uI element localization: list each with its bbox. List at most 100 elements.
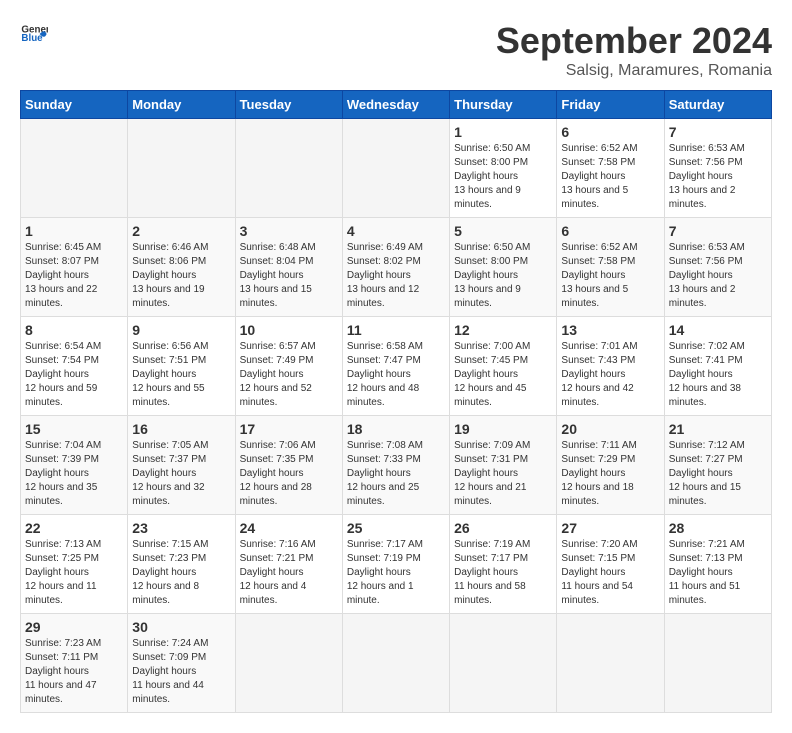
day-number: 2	[132, 223, 230, 239]
cell-info: Sunrise: 6:45 AMSunset: 8:07 PMDaylight …	[25, 241, 123, 311]
day-number: 7	[669, 124, 767, 140]
logo-icon: General Blue	[20, 20, 48, 48]
cell-info: Sunrise: 6:53 AMSunset: 7:56 PMDaylight …	[669, 241, 767, 311]
cell-info: Sunrise: 7:08 AMSunset: 7:33 PMDaylight …	[347, 439, 445, 509]
cell-info: Sunrise: 7:24 AMSunset: 7:09 PMDaylight …	[132, 637, 230, 707]
calendar-cell: 8Sunrise: 6:54 AMSunset: 7:54 PMDaylight…	[21, 317, 128, 416]
column-header-wednesday: Wednesday	[342, 91, 449, 119]
column-header-thursday: Thursday	[450, 91, 557, 119]
calendar-cell: 21Sunrise: 7:12 AMSunset: 7:27 PMDayligh…	[664, 416, 771, 515]
calendar-cell: 3 Sunrise: 6:48 AMSunset: 8:04 PMDaylight…	[235, 218, 342, 317]
cell-info: Sunrise: 6:52 AMSunset: 7:58 PMDaylight …	[561, 142, 659, 212]
day-number: 5	[454, 223, 552, 239]
calendar-cell: 7Sunrise: 6:53 AMSunset: 7:56 PMDaylight…	[664, 119, 771, 218]
calendar-cell	[128, 119, 235, 218]
calendar-cell: 23 Sunrise: 7:15 AMSunset: 7:23 PMDayligh…	[128, 515, 235, 614]
cell-info: Sunrise: 7:06 AMSunset: 7:35 PMDaylight …	[240, 439, 338, 509]
day-number: 20	[561, 421, 659, 437]
day-number: 13	[561, 322, 659, 338]
calendar-week-row: 8Sunrise: 6:54 AMSunset: 7:54 PMDaylight…	[21, 317, 772, 416]
calendar-cell: 14Sunrise: 7:02 AMSunset: 7:41 PMDayligh…	[664, 317, 771, 416]
day-number: 12	[454, 322, 552, 338]
cell-info: Sunrise: 7:15 AMSunset: 7:23 PMDaylight …	[132, 538, 230, 608]
calendar-cell: 6 Sunrise: 6:52 AMSunset: 7:58 PMDaylight…	[557, 218, 664, 317]
day-number: 3	[240, 223, 338, 239]
day-number: 17	[240, 421, 338, 437]
calendar-week-row: 22 Sunrise: 7:13 AMSunset: 7:25 PMDayligh…	[21, 515, 772, 614]
calendar-cell: 18 Sunrise: 7:08 AMSunset: 7:33 PMDayligh…	[342, 416, 449, 515]
title-section: September 2024 Salsig, Maramures, Romani…	[496, 20, 772, 80]
calendar-cell: 4Sunrise: 6:49 AMSunset: 8:02 PMDaylight…	[342, 218, 449, 317]
calendar-cell: 1Sunrise: 6:50 AMSunset: 8:00 PMDaylight…	[450, 119, 557, 218]
calendar-cell: 19 Sunrise: 7:09 AMSunset: 7:31 PMDayligh…	[450, 416, 557, 515]
calendar-cell: 10 Sunrise: 6:57 AMSunset: 7:49 PMDayligh…	[235, 317, 342, 416]
calendar-cell	[664, 614, 771, 713]
calendar-cell: 7 Sunrise: 6:53 AMSunset: 7:56 PMDaylight…	[664, 218, 771, 317]
calendar-cell: 24 Sunrise: 7:16 AMSunset: 7:21 PMDayligh…	[235, 515, 342, 614]
calendar-cell: 11 Sunrise: 6:58 AMSunset: 7:47 PMDayligh…	[342, 317, 449, 416]
calendar-cell: 1 Sunrise: 6:45 AMSunset: 8:07 PMDaylight…	[21, 218, 128, 317]
day-number: 1	[25, 223, 123, 239]
calendar-cell: 25Sunrise: 7:17 AMSunset: 7:19 PMDayligh…	[342, 515, 449, 614]
cell-info: Sunrise: 6:46 AMSunset: 8:06 PMDaylight …	[132, 241, 230, 311]
calendar-cell: 28 Sunrise: 7:21 AMSunset: 7:13 PMDayligh…	[664, 515, 771, 614]
cell-info: Sunrise: 6:57 AMSunset: 7:49 PMDaylight …	[240, 340, 338, 410]
day-number: 29	[25, 619, 123, 635]
calendar-cell	[342, 119, 449, 218]
day-number: 27	[561, 520, 659, 536]
day-number: 21	[669, 421, 767, 437]
day-number: 22	[25, 520, 123, 536]
cell-info: Sunrise: 7:16 AMSunset: 7:21 PMDaylight …	[240, 538, 338, 608]
calendar-cell	[342, 614, 449, 713]
page-header: General Blue September 2024 Salsig, Mara…	[20, 20, 772, 80]
calendar-cell: 17 Sunrise: 7:06 AMSunset: 7:35 PMDayligh…	[235, 416, 342, 515]
cell-info: Sunrise: 7:21 AMSunset: 7:13 PMDaylight …	[669, 538, 767, 608]
day-number: 26	[454, 520, 552, 536]
calendar-cell	[557, 614, 664, 713]
cell-info: Sunrise: 6:58 AMSunset: 7:47 PMDaylight …	[347, 340, 445, 410]
logo: General Blue	[20, 20, 48, 48]
cell-info: Sunrise: 6:56 AMSunset: 7:51 PMDaylight …	[132, 340, 230, 410]
cell-info: Sunrise: 7:13 AMSunset: 7:25 PMDaylight …	[25, 538, 123, 608]
cell-info: Sunrise: 7:02 AMSunset: 7:41 PMDaylight …	[669, 340, 767, 410]
day-number: 23	[132, 520, 230, 536]
calendar-header-row: SundayMondayTuesdayWednesdayThursdayFrid…	[21, 91, 772, 119]
calendar-cell: 5Sunrise: 6:50 AMSunset: 8:00 PMDaylight…	[450, 218, 557, 317]
day-number: 28	[669, 520, 767, 536]
day-number: 30	[132, 619, 230, 635]
calendar-cell: 30 Sunrise: 7:24 AMSunset: 7:09 PMDayligh…	[128, 614, 235, 713]
day-number: 24	[240, 520, 338, 536]
day-number: 11	[347, 322, 445, 338]
calendar-table: SundayMondayTuesdayWednesdayThursdayFrid…	[20, 90, 772, 713]
day-number: 19	[454, 421, 552, 437]
cell-info: Sunrise: 7:00 AMSunset: 7:45 PMDaylight …	[454, 340, 552, 410]
calendar-cell	[21, 119, 128, 218]
cell-info: Sunrise: 7:09 AMSunset: 7:31 PMDaylight …	[454, 439, 552, 509]
day-number: 9	[132, 322, 230, 338]
day-number: 7	[669, 223, 767, 239]
calendar-cell: 9 Sunrise: 6:56 AMSunset: 7:51 PMDaylight…	[128, 317, 235, 416]
cell-info: Sunrise: 7:19 AMSunset: 7:17 PMDaylight …	[454, 538, 552, 608]
calendar-cell	[235, 119, 342, 218]
svg-text:Blue: Blue	[21, 33, 43, 44]
day-number: 15	[25, 421, 123, 437]
day-number: 4	[347, 223, 445, 239]
calendar-cell: 2 Sunrise: 6:46 AMSunset: 8:06 PMDaylight…	[128, 218, 235, 317]
cell-info: Sunrise: 7:20 AMSunset: 7:15 PMDaylight …	[561, 538, 659, 608]
cell-info: Sunrise: 7:01 AMSunset: 7:43 PMDaylight …	[561, 340, 659, 410]
calendar-cell: 16Sunrise: 7:05 AMSunset: 7:37 PMDayligh…	[128, 416, 235, 515]
day-number: 18	[347, 421, 445, 437]
cell-info: Sunrise: 6:52 AMSunset: 7:58 PMDaylight …	[561, 241, 659, 311]
calendar-cell: 29Sunrise: 7:23 AMSunset: 7:11 PMDayligh…	[21, 614, 128, 713]
cell-info: Sunrise: 6:48 AMSunset: 8:04 PMDaylight …	[240, 241, 338, 311]
calendar-cell	[235, 614, 342, 713]
day-number: 10	[240, 322, 338, 338]
calendar-cell: 22 Sunrise: 7:13 AMSunset: 7:25 PMDayligh…	[21, 515, 128, 614]
calendar-cell: 26 Sunrise: 7:19 AMSunset: 7:17 PMDayligh…	[450, 515, 557, 614]
day-number: 6	[561, 223, 659, 239]
day-number: 6	[561, 124, 659, 140]
cell-info: Sunrise: 7:11 AMSunset: 7:29 PMDaylight …	[561, 439, 659, 509]
cell-info: Sunrise: 7:05 AMSunset: 7:37 PMDaylight …	[132, 439, 230, 509]
cell-info: Sunrise: 7:04 AMSunset: 7:39 PMDaylight …	[25, 439, 123, 509]
cell-info: Sunrise: 6:50 AMSunset: 8:00 PMDaylight …	[454, 142, 552, 212]
